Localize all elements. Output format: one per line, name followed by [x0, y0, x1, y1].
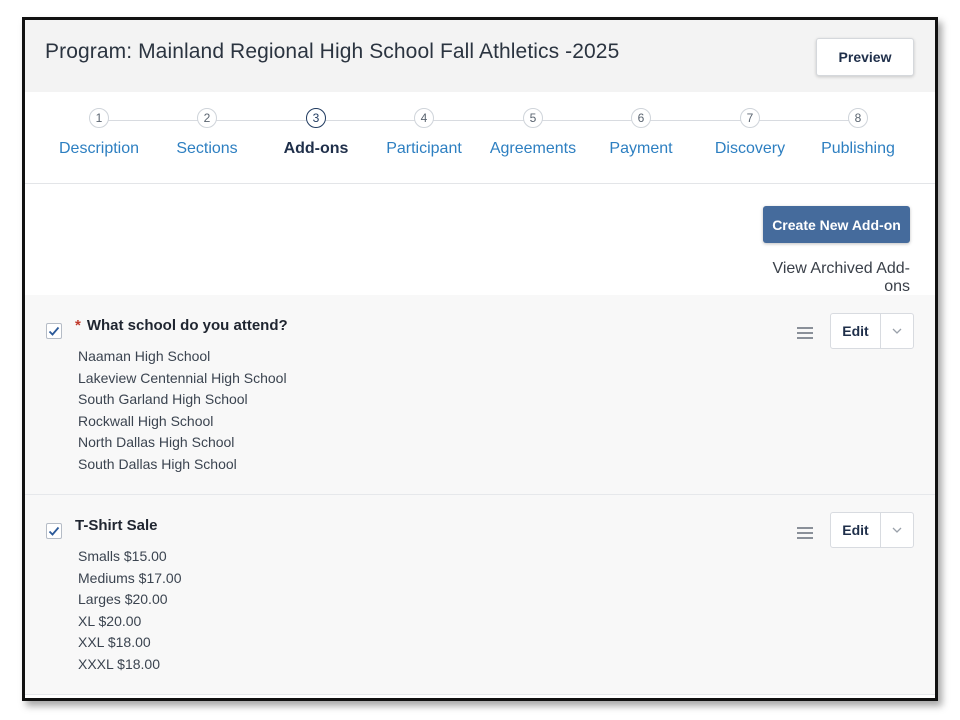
step-number: 5 — [523, 108, 543, 128]
step-number: 6 — [631, 108, 651, 128]
step-label: Sections — [176, 140, 238, 157]
list-item: XL $20.00 — [78, 612, 142, 629]
drag-handle-icon[interactable] — [797, 327, 813, 339]
edit-dropdown-toggle[interactable] — [881, 314, 913, 348]
step-label: Add-ons — [283, 140, 349, 157]
step-label: Description — [58, 140, 140, 157]
required-asterisk: * — [75, 317, 81, 334]
step-publishing[interactable]: 8 Publishing — [798, 108, 918, 158]
program-editor-window: Program: Mainland Regional High School F… — [22, 17, 938, 701]
add-on-title: T-Shirt Sale — [75, 517, 158, 534]
step-label: Publishing — [821, 140, 895, 157]
edit-dropdown-toggle[interactable] — [881, 513, 913, 547]
step-sections[interactable]: 2 Sections — [147, 108, 267, 158]
list-item: Rockwall High School — [78, 412, 214, 429]
add-on-options-list: Naaman High School Lakeview Centennial H… — [78, 346, 287, 476]
list-item: Mediums $17.00 — [78, 569, 182, 586]
step-number: 3 — [306, 108, 326, 128]
step-add-ons[interactable]: 3 Add-ons — [256, 108, 376, 158]
add-ons-toolbar: Create New Add-on View Archived Add-ons — [25, 185, 935, 295]
step-number: 2 — [197, 108, 217, 128]
step-wizard: 1 Description 2 Sections 3 Add-ons 4 Par… — [25, 92, 935, 184]
page-header: Program: Mainland Regional High School F… — [25, 20, 935, 92]
list-item: South Dallas High School — [78, 455, 237, 472]
create-new-add-on-button[interactable]: Create New Add-on — [763, 206, 910, 243]
step-number: 7 — [740, 108, 760, 128]
checkmark-icon — [48, 326, 60, 336]
chevron-down-icon — [892, 328, 902, 334]
step-agreements[interactable]: 5 Agreements — [473, 108, 593, 158]
list-item: Larges $20.00 — [78, 591, 168, 608]
add-on-checkbox[interactable] — [46, 323, 62, 339]
step-label: Discovery — [714, 140, 786, 157]
edit-button-group: Edit — [830, 512, 914, 548]
add-on-options-list: Smalls $15.00 Mediums $17.00 Larges $20.… — [78, 546, 182, 676]
preview-button[interactable]: Preview — [816, 38, 914, 76]
list-item: XXL $18.00 — [78, 634, 151, 651]
list-item: South Garland High School — [78, 391, 248, 408]
step-description[interactable]: 1 Description — [39, 108, 159, 158]
step-label: Payment — [609, 140, 673, 157]
list-item: Naaman High School — [78, 348, 211, 364]
list-item: North Dallas High School — [78, 434, 235, 451]
step-number: 8 — [848, 108, 868, 128]
chevron-down-icon — [892, 527, 902, 533]
edit-button[interactable]: Edit — [831, 513, 881, 547]
list-item: Lakeview Centennial High School — [78, 369, 287, 386]
add-on-name: What school do you attend? — [86, 317, 288, 334]
add-on-card: T-Shirt Sale Smalls $15.00 Mediums $17.0… — [25, 495, 935, 695]
page-title: Program: Mainland Regional High School F… — [45, 40, 620, 63]
edit-button[interactable]: Edit — [831, 314, 881, 348]
step-payment[interactable]: 6 Payment — [581, 108, 701, 158]
checkmark-icon — [48, 526, 60, 536]
list-item: XXXL $18.00 — [78, 655, 160, 672]
step-discovery[interactable]: 7 Discovery — [690, 108, 810, 158]
step-participant[interactable]: 4 Participant — [364, 108, 484, 158]
add-on-name: T-Shirt Sale — [75, 517, 158, 534]
add-on-title: * What school do you attend? — [75, 317, 288, 334]
list-item: Smalls $15.00 — [78, 548, 167, 564]
step-number: 1 — [89, 108, 109, 128]
view-archived-add-ons-link[interactable]: View Archived Add-ons — [751, 260, 910, 296]
edit-button-group: Edit — [830, 313, 914, 349]
step-label: Participant — [386, 140, 462, 157]
drag-handle-icon[interactable] — [797, 527, 813, 539]
add-on-checkbox[interactable] — [46, 523, 62, 539]
step-number: 4 — [414, 108, 434, 128]
step-label: Agreements — [489, 140, 577, 157]
add-on-card: * What school do you attend? Naaman High … — [25, 295, 935, 495]
